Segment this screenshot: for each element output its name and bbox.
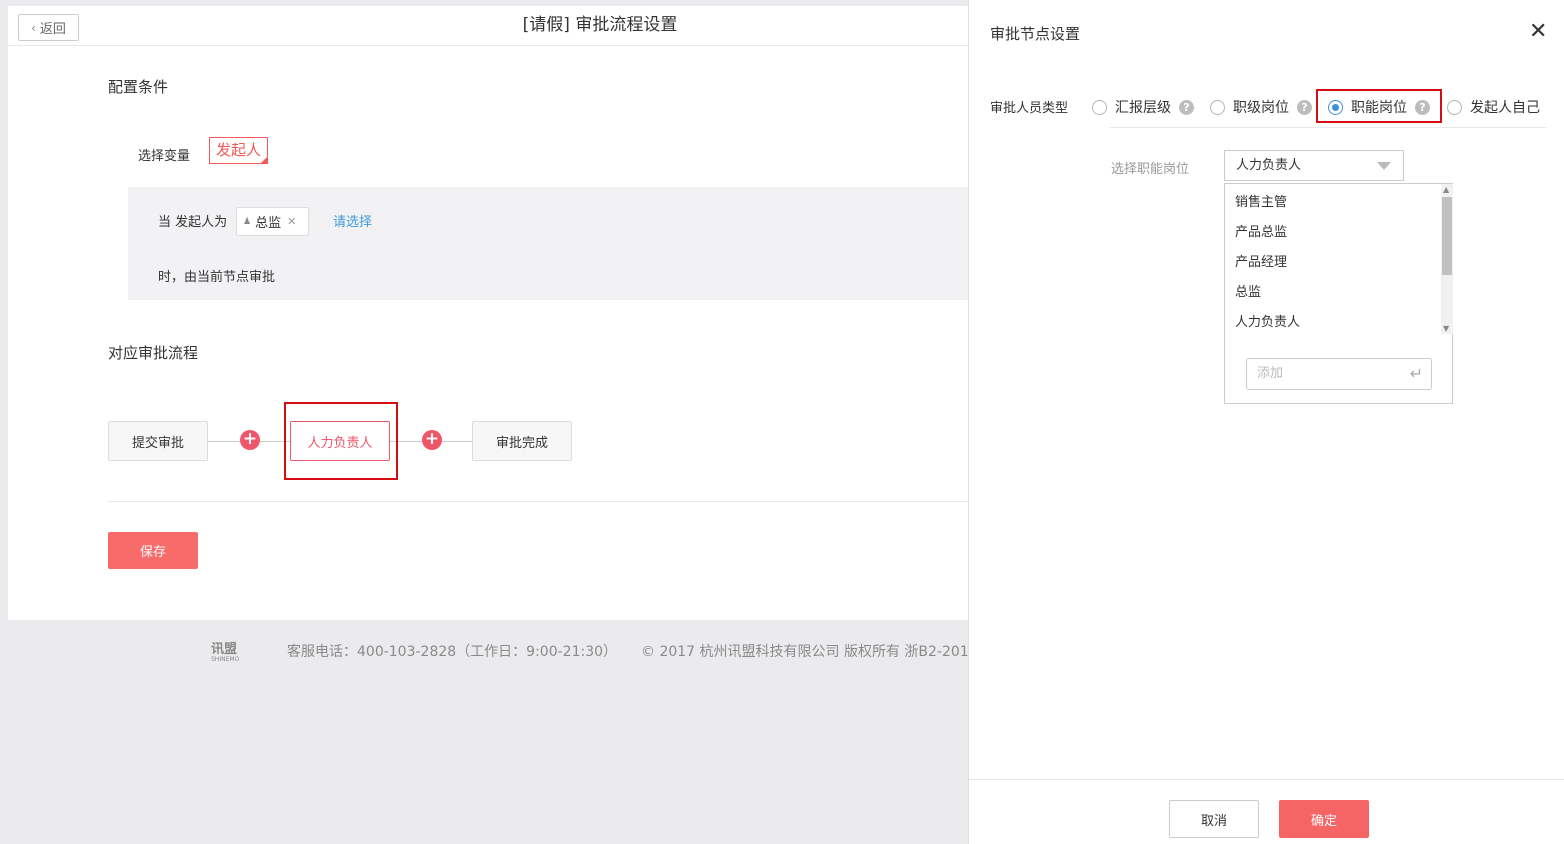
add-position-input[interactable]: 添加 ↵	[1246, 358, 1432, 390]
scroll-down-icon[interactable]: ▼	[1443, 324, 1449, 333]
condition-chip: ♟ 总监 ✕	[236, 207, 309, 236]
node-settings-panel: 审批节点设置 ✕ 审批人员类型 汇报层级 ? 职级岗位 ? 职能岗位 ? 发起人…	[968, 0, 1564, 844]
user-icon: ♟	[243, 216, 252, 227]
radio-initiator-self[interactable]: 发起人自己	[1447, 97, 1540, 117]
radio-label: 汇报层级	[1115, 100, 1171, 116]
corner-marker-icon	[260, 156, 269, 164]
help-icon[interactable]: ?	[1179, 99, 1194, 115]
dropdown-item[interactable]: 人力负责人	[1235, 311, 1300, 330]
footer-logo: 讯盟 SHINEMO	[211, 638, 239, 663]
select-value: 人力负责人	[1236, 158, 1302, 173]
variable-label: 选择变量	[138, 149, 191, 164]
condition-when-text: 当 发起人为	[158, 215, 228, 230]
footer-copyright: © 2017 杭州讯盟科技有限公司 版权所有 浙B2-2014	[641, 644, 978, 660]
radio-circle	[1092, 99, 1107, 115]
select-position-label: 选择职能岗位	[1111, 162, 1190, 177]
flow-node-submit[interactable]: 提交审批	[108, 421, 208, 461]
help-icon[interactable]: ?	[1415, 99, 1430, 115]
scroll-up-icon[interactable]: ▲	[1443, 185, 1449, 194]
add-node-icon[interactable]: +	[240, 430, 260, 450]
panel-title: 审批节点设置	[990, 25, 1081, 43]
radio-circle	[1210, 99, 1225, 115]
logo-subtext: SHINEMO	[211, 656, 240, 663]
footer-hotline: 客服电话：400-103-2828（工作日：9:00-21:30）	[287, 644, 618, 660]
condition-box: 当 发起人为 ♟ 总监 ✕ 请选择 时，由当前节点审批	[128, 187, 968, 300]
radio-label: 职级岗位	[1233, 100, 1289, 116]
dropdown-item[interactable]: 产品总监	[1235, 221, 1287, 240]
confirm-button[interactable]: 确定	[1279, 800, 1369, 838]
approver-type-label: 审批人员类型	[990, 101, 1069, 116]
add-placeholder: 添加	[1257, 366, 1284, 381]
flow-node-complete[interactable]: 审批完成	[472, 421, 572, 461]
close-icon[interactable]: ✕	[1529, 20, 1547, 44]
flow-title: 对应审批流程	[108, 344, 199, 362]
radio-label: 职能岗位	[1351, 100, 1407, 116]
variable-tag-label: 发起人	[216, 141, 262, 159]
cancel-button[interactable]: 取消	[1169, 800, 1259, 838]
radio-label: 发起人自己	[1470, 100, 1540, 116]
choose-link[interactable]: 请选择	[333, 211, 372, 230]
enter-icon[interactable]: ↵	[1410, 359, 1423, 389]
condition-then-text: 时，由当前节点审批	[158, 270, 276, 285]
position-select[interactable]: 人力负责人	[1224, 150, 1404, 181]
variable-tag[interactable]: 发起人	[209, 137, 269, 164]
caret-down-icon	[1377, 162, 1391, 170]
radio-report-level[interactable]: 汇报层级 ?	[1092, 97, 1194, 117]
dropdown-item[interactable]: 产品经理	[1235, 251, 1287, 270]
dropdown-item[interactable]: 总监	[1235, 281, 1261, 300]
help-icon[interactable]: ?	[1297, 99, 1312, 115]
dropdown-item[interactable]: 销售主管	[1235, 191, 1287, 210]
logo-text: 讯盟	[211, 642, 238, 657]
conditions-title: 配置条件	[108, 78, 169, 96]
scrollbar-thumb[interactable]	[1442, 197, 1452, 275]
radio-circle	[1328, 99, 1343, 115]
radio-rank-position[interactable]: 职级岗位 ?	[1210, 97, 1312, 117]
flow-node-hr[interactable]: 人力负责人	[290, 421, 390, 461]
add-node-icon[interactable]: +	[422, 430, 442, 450]
divider	[1109, 127, 1547, 128]
position-dropdown: 销售主管 产品总监 产品经理 总监 人力负责人 ▲ ▼ 添加 ↵	[1224, 183, 1453, 404]
panel-footer-divider	[969, 779, 1564, 780]
divider	[108, 501, 968, 502]
remove-chip-icon[interactable]: ✕	[287, 215, 296, 228]
save-button[interactable]: 保存	[108, 532, 198, 569]
radio-functional-position[interactable]: 职能岗位 ?	[1328, 97, 1430, 117]
radio-circle	[1447, 99, 1462, 115]
main-page: ‹ 返回 配置条件 选择变量 发起人 当 发起人为 ♟ 总监 ✕ 请选择 时，由…	[8, 6, 968, 620]
chip-label: 总监	[255, 216, 282, 231]
